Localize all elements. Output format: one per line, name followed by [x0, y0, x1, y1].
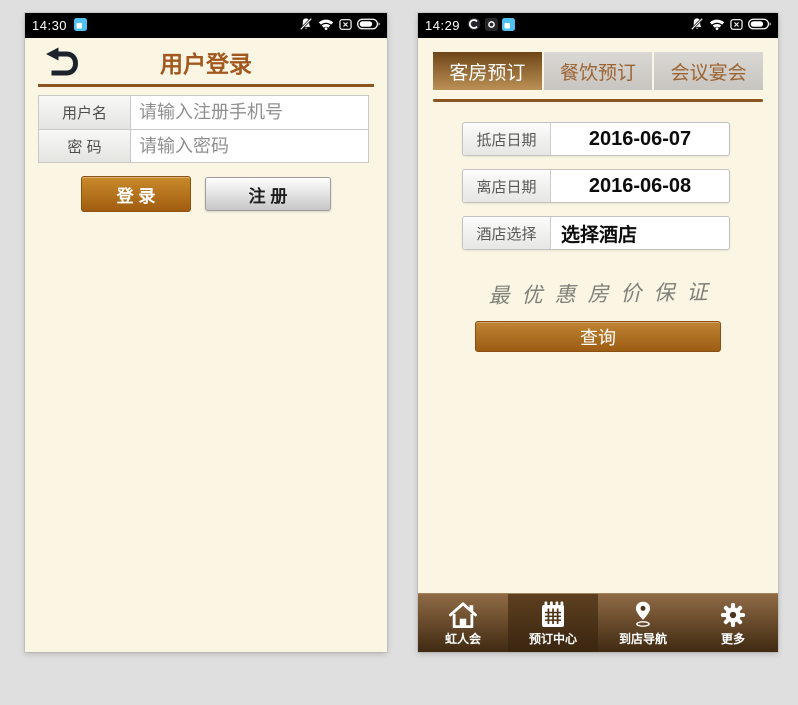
bottom-nav: 虹人会 预订中心 到店导航 更多 — [418, 593, 778, 652]
booking-screen: 客房预订 餐饮预订 会议宴会 抵店日期 2016-06-07 离店日期 2016… — [418, 38, 778, 652]
login-phone: 14:30 用户登录 用户名 — [25, 13, 387, 652]
wifi-icon — [318, 18, 334, 33]
status-bar: 14:30 — [25, 13, 387, 38]
nav-item-navigation[interactable]: 到店导航 — [598, 594, 688, 652]
departure-date-label: 离店日期 — [463, 170, 551, 202]
wifi-icon — [709, 18, 725, 33]
blue-app-icon — [502, 18, 515, 34]
login-screen: 用户登录 用户名 密 码 登 录 注 册 — [25, 38, 387, 652]
sim-x-icon — [730, 18, 743, 34]
hotel-select-label: 酒店选择 — [463, 217, 551, 249]
mute-icon — [299, 17, 313, 34]
page-title: 用户登录 — [38, 38, 374, 90]
username-row: 用户名 — [39, 96, 368, 129]
blue-app-icon — [74, 18, 87, 34]
back-arrow-icon — [44, 45, 80, 82]
tab-dining-booking[interactable]: 餐饮预订 — [544, 52, 653, 90]
departure-date-row: 离店日期 2016-06-08 — [462, 169, 730, 203]
username-label: 用户名 — [39, 96, 131, 129]
arrival-date-label: 抵店日期 — [463, 123, 551, 155]
booking-phone: 14:29 客房预订 餐饮预订 会议宴会 抵店日期 — [418, 13, 778, 652]
hotel-select-value[interactable]: 选择酒店 — [551, 217, 729, 249]
login-form: 用户名 密 码 — [38, 95, 369, 163]
battery-icon — [357, 18, 380, 33]
departure-date-value[interactable]: 2016-06-08 — [551, 170, 729, 202]
tabs-underline — [433, 99, 763, 102]
square-o-app-icon — [485, 18, 498, 34]
mute-icon — [690, 17, 704, 34]
best-price-slogan: 最优惠房价保证 — [418, 275, 778, 311]
register-button[interactable]: 注 册 — [205, 177, 331, 211]
nav-item-more[interactable]: 更多 — [688, 594, 778, 652]
arrival-date-value[interactable]: 2016-06-07 — [551, 123, 729, 155]
clock: 14:30 — [32, 18, 67, 33]
screenshot-canvas: 14:30 用户登录 用户名 — [0, 0, 798, 705]
password-row: 密 码 — [39, 129, 368, 162]
password-label: 密 码 — [39, 130, 131, 162]
login-actions: 登 录 注 册 — [25, 176, 387, 212]
nav-item-member-club[interactable]: 虹人会 — [418, 594, 508, 652]
username-input[interactable] — [131, 96, 368, 129]
nav-label: 更多 — [721, 630, 745, 647]
circle-c-app-icon — [467, 17, 481, 34]
password-input[interactable] — [131, 130, 368, 162]
gear-icon — [720, 599, 746, 628]
tab-room-booking[interactable]: 客房预订 — [433, 52, 542, 90]
sim-x-icon — [339, 18, 352, 34]
nav-label: 虹人会 — [445, 630, 481, 647]
home-icon — [448, 599, 478, 628]
nav-label: 预订中心 — [529, 630, 577, 647]
status-bar: 14:29 — [418, 13, 778, 38]
location-pin-icon — [633, 599, 653, 628]
battery-icon — [748, 18, 771, 33]
nav-label: 到店导航 — [619, 630, 667, 647]
nav-item-booking-center[interactable]: 预订中心 — [508, 594, 598, 652]
clock: 14:29 — [425, 18, 460, 33]
booking-grid-icon — [541, 599, 565, 628]
login-button[interactable]: 登 录 — [81, 176, 191, 212]
booking-tabs: 客房预订 餐饮预订 会议宴会 — [433, 52, 763, 90]
booking-form: 抵店日期 2016-06-07 离店日期 2016-06-08 酒店选择 选择酒… — [418, 122, 778, 250]
tab-meeting-banquet[interactable]: 会议宴会 — [654, 52, 763, 90]
hotel-select-row: 酒店选择 选择酒店 — [462, 216, 730, 250]
back-button[interactable] — [43, 46, 81, 80]
arrival-date-row: 抵店日期 2016-06-07 — [462, 122, 730, 156]
query-button[interactable]: 查询 — [475, 321, 721, 352]
login-header: 用户登录 — [38, 38, 374, 87]
